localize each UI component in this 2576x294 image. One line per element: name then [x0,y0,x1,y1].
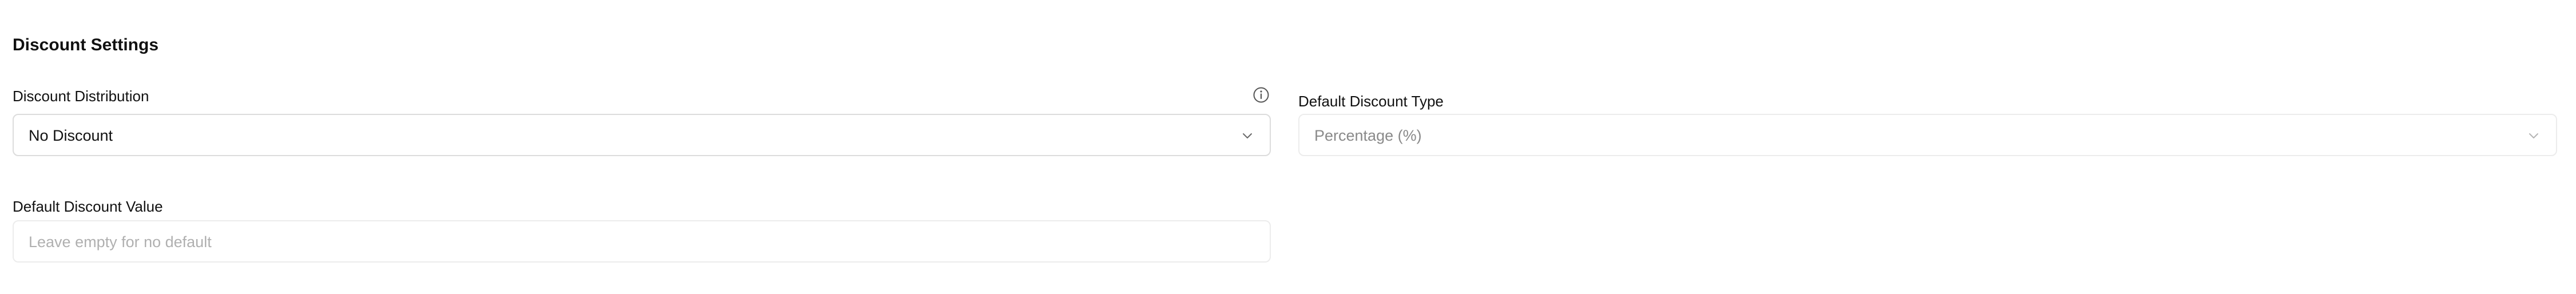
chevron-down-icon [1243,133,1252,138]
chevron-down-icon [2529,133,2538,138]
default-discount-value-label: Default Discount Value [13,198,163,215]
discount-distribution-label: Discount Distribution [13,88,149,105]
default-discount-value-placeholder: Leave empty for no default [29,233,212,251]
default-discount-type-select[interactable]: Percentage (%) [1298,114,2557,156]
discount-distribution-value: No Discount [29,127,113,144]
section-title: Discount Settings [13,35,159,54]
info-icon[interactable] [1253,86,1270,104]
discount-distribution-select[interactable]: No Discount [13,114,1271,156]
default-discount-value-input[interactable]: Leave empty for no default [13,220,1271,263]
default-discount-type-value: Percentage (%) [1314,127,1422,144]
default-discount-type-label: Default Discount Type [1298,93,1444,110]
